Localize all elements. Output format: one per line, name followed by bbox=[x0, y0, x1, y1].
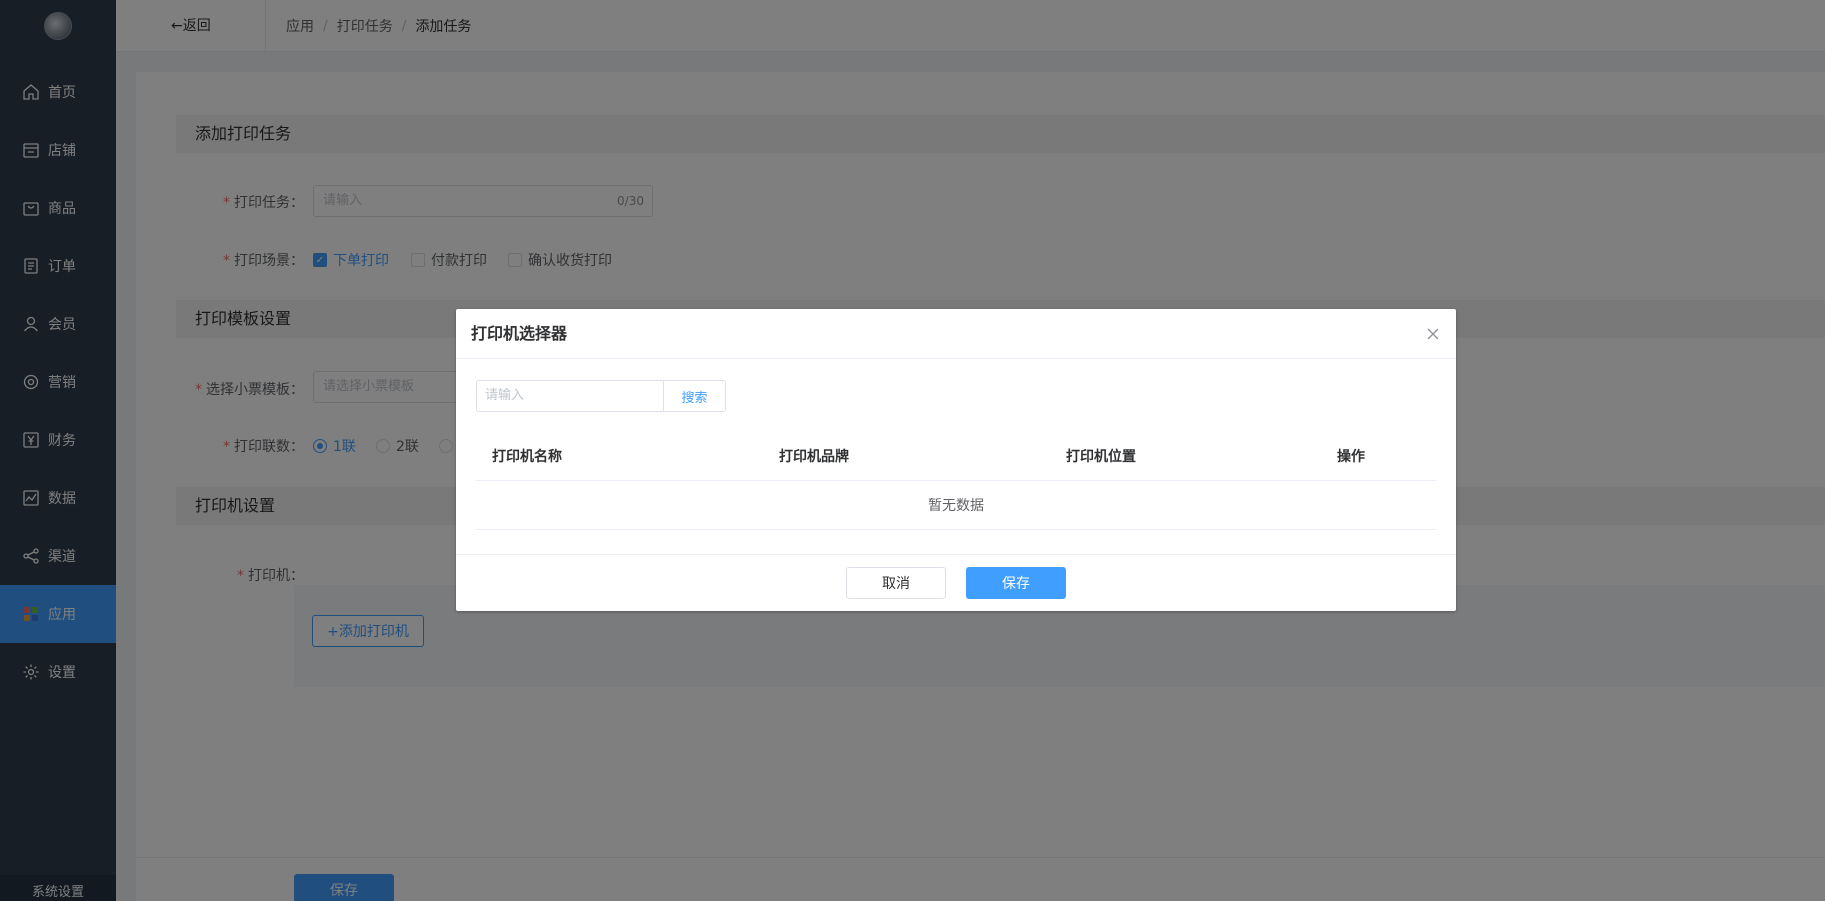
column-header: 操作 bbox=[1337, 448, 1365, 465]
dialog-search-input[interactable]: 请输入 bbox=[476, 380, 664, 412]
column-header: 打印机位置 bbox=[1066, 448, 1136, 465]
dialog-header: 打印机选择器 bbox=[456, 309, 1456, 359]
printer-table: 打印机名称 打印机品牌 打印机位置 操作 暂无数据 bbox=[476, 431, 1436, 530]
printer-selector-dialog: 打印机选择器 请输入 搜索 打印机名称 打印机品牌 打印机位置 操作 暂无数据 … bbox=[456, 309, 1456, 611]
table-header: 打印机名称 打印机品牌 打印机位置 操作 bbox=[476, 431, 1436, 481]
dialog-search-button[interactable]: 搜索 bbox=[663, 380, 726, 412]
table-empty-text: 暂无数据 bbox=[476, 481, 1436, 530]
dialog-title: 打印机选择器 bbox=[471, 324, 568, 343]
column-header: 打印机品牌 bbox=[779, 448, 849, 465]
dialog-save-button[interactable]: 保存 bbox=[966, 567, 1066, 599]
column-header: 打印机名称 bbox=[492, 448, 562, 465]
dialog-footer: 取消 保存 bbox=[456, 554, 1456, 611]
cancel-button[interactable]: 取消 bbox=[846, 567, 946, 599]
close-icon[interactable] bbox=[1424, 325, 1442, 343]
